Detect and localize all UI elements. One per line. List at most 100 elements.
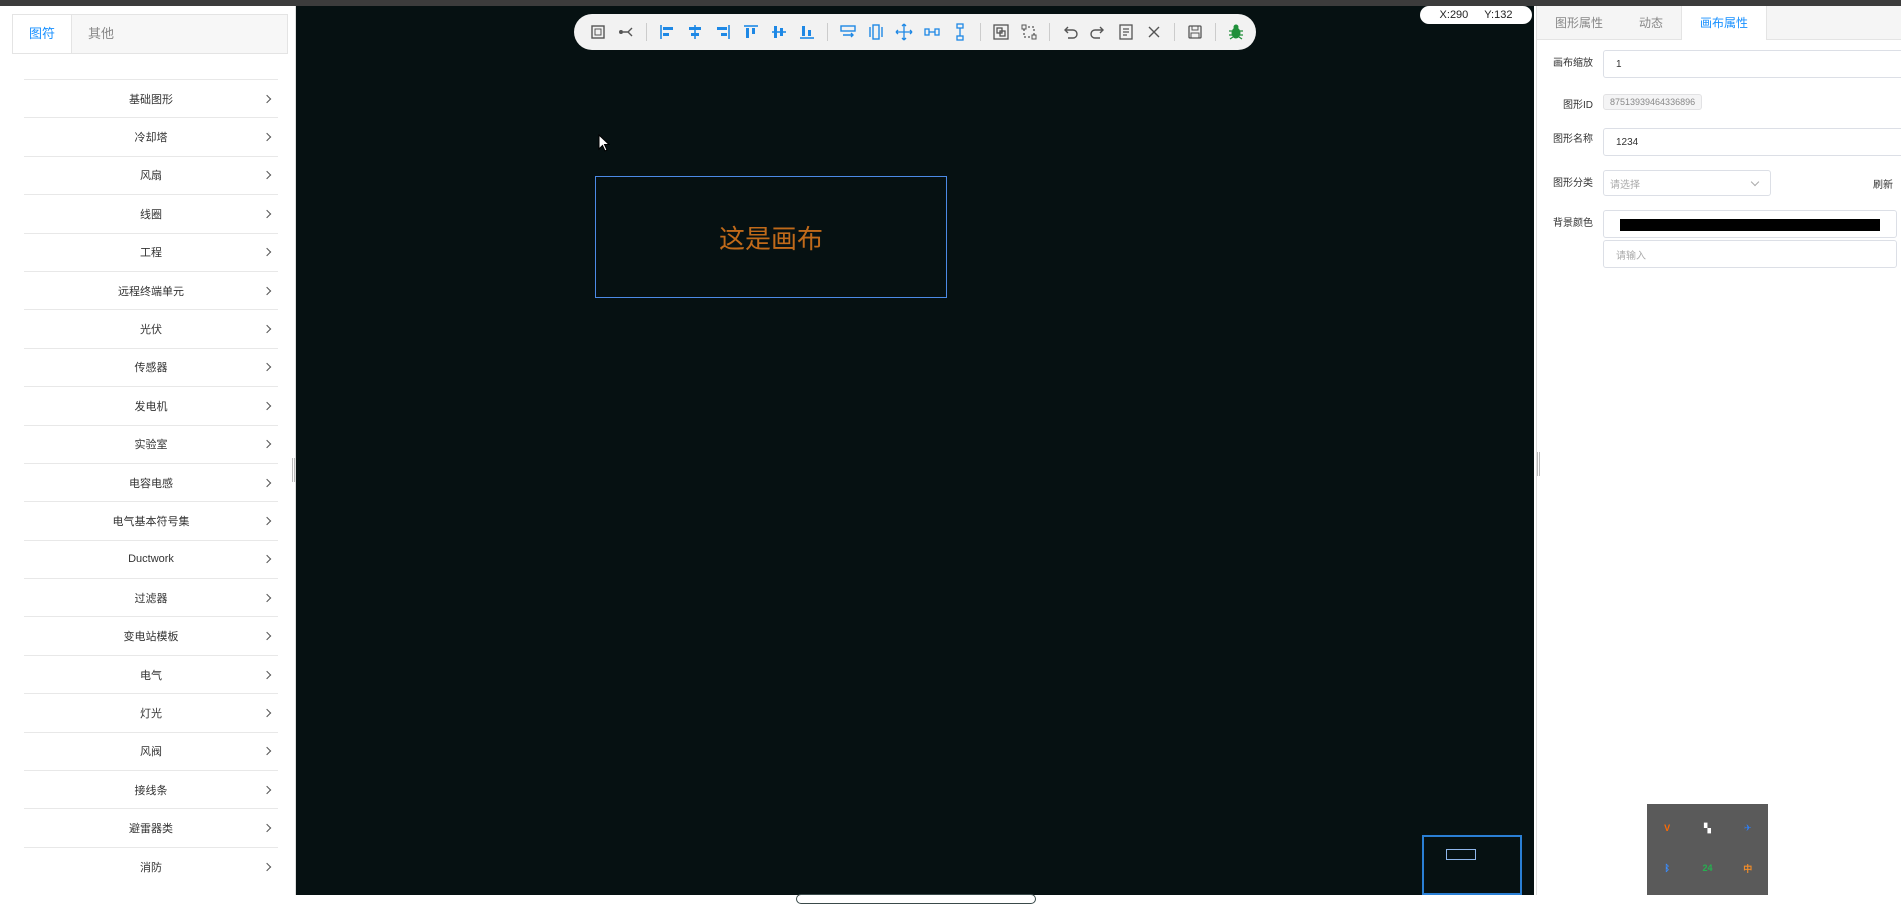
- cursor-coordinates: X:290 Y:132: [1420, 6, 1532, 24]
- shape-name-input[interactable]: 1234: [1603, 128, 1901, 156]
- category-item[interactable]: 电气: [24, 654, 278, 693]
- chevron-right-icon: [262, 631, 272, 641]
- category-item[interactable]: 冷却塔: [24, 117, 278, 155]
- chevron-right-icon: [262, 785, 272, 794]
- category-item[interactable]: 风阀: [24, 731, 278, 770]
- tab-symbols[interactable]: 图符: [13, 15, 73, 53]
- category-item[interactable]: 接线条: [24, 770, 278, 808]
- category-item[interactable]: 过滤器: [24, 578, 278, 616]
- align-right-icon[interactable]: [709, 18, 737, 46]
- delete-icon[interactable]: [1140, 18, 1168, 46]
- tab-canvas-properties[interactable]: 画布属性: [1681, 6, 1768, 40]
- canvas-scrollbar[interactable]: [796, 894, 1036, 904]
- minimap[interactable]: [1422, 835, 1522, 895]
- canvas-placeholder-box[interactable]: 这是画布: [595, 176, 947, 298]
- right-panel-resize-handle[interactable]: [1537, 452, 1540, 476]
- ime-zh-icon[interactable]: 中: [1728, 848, 1768, 888]
- group-icon[interactable]: [987, 18, 1015, 46]
- category-item[interactable]: 实验室: [24, 424, 278, 463]
- zoom-input[interactable]: 1: [1603, 50, 1901, 78]
- category-item[interactable]: Ductwork: [24, 539, 278, 578]
- chevron-right-icon: [262, 363, 272, 372]
- properties-panel: 图形属性 动态 画布属性 画布缩放 1 图形ID 875139394643368…: [1536, 6, 1901, 895]
- minimap-viewport[interactable]: [1446, 849, 1476, 860]
- category-label: 消防: [140, 861, 162, 874]
- calendar-24-icon[interactable]: 24: [1687, 848, 1727, 888]
- category-label: 冷却塔: [134, 132, 168, 145]
- category-item[interactable]: 电气基本符号集: [24, 501, 278, 539]
- category-label: 电气: [140, 669, 162, 682]
- category-label: 光伏: [140, 324, 162, 337]
- chevron-right-icon: [262, 670, 272, 679]
- shape-category-select[interactable]: 请选择: [1603, 170, 1771, 196]
- connect-icon[interactable]: [612, 18, 640, 46]
- align-left-icon[interactable]: [653, 18, 681, 46]
- shape-id-value: 875139394643368​96: [1603, 94, 1703, 110]
- feishu-icon[interactable]: ✈: [1728, 808, 1768, 848]
- app-v-icon[interactable]: V: [1647, 808, 1687, 848]
- background-color-input[interactable]: 请输入: [1603, 240, 1897, 268]
- fit-screen-icon[interactable]: [584, 18, 612, 46]
- category-item[interactable]: 远程终端单元: [24, 270, 278, 309]
- symbol-library-panel: 图符 其他 基础图形冷却塔风扇线圈工程 远程终端单元光伏传感器发电机 实验室 电容电感…: [0, 6, 296, 895]
- category-item[interactable]: 传感器: [24, 347, 278, 386]
- tab-shape-properties[interactable]: 图形属性: [1537, 6, 1621, 40]
- align-center-icon[interactable]: [681, 18, 709, 46]
- drawing-canvas[interactable]: 这是画布: [296, 6, 1534, 904]
- chevron-right-icon: [262, 94, 272, 103]
- left-tab-bar: 图符 其他: [12, 14, 288, 54]
- space-vertical-icon[interactable]: [946, 18, 974, 46]
- space-horizontal-icon[interactable]: [918, 18, 946, 46]
- move-icon[interactable]: [890, 18, 918, 46]
- category-label: 传感器: [134, 362, 168, 375]
- toolbar-separator: [1174, 23, 1175, 41]
- save-icon[interactable]: [1181, 18, 1209, 46]
- debug-icon[interactable]: [1222, 18, 1250, 46]
- mouse-cursor-icon: [598, 133, 611, 155]
- redo-icon[interactable]: [1084, 18, 1112, 46]
- chevron-right-icon: [262, 593, 272, 603]
- category-item[interactable]: 消防: [24, 846, 278, 885]
- calendar-24-icon-glyph: 24: [1702, 863, 1713, 873]
- chevron-right-icon: [262, 516, 272, 526]
- category-label: 变电站模板: [123, 631, 179, 644]
- category-item[interactable]: 风扇: [24, 155, 278, 194]
- category-label: 线圈: [140, 208, 162, 221]
- distribute-vertical-icon[interactable]: [862, 18, 890, 46]
- category-item[interactable]: 灯光: [24, 693, 278, 731]
- background-color-swatch[interactable]: [1620, 219, 1880, 231]
- category-item[interactable]: 发电机: [24, 386, 278, 424]
- undo-icon[interactable]: [1056, 18, 1084, 46]
- category-label: 避雷器类: [129, 823, 173, 836]
- toolbar-separator: [1049, 23, 1050, 41]
- align-top-icon[interactable]: [737, 18, 765, 46]
- bluetooth-icon[interactable]: ᛒ: [1647, 848, 1687, 888]
- distribute-horizontal-icon[interactable]: [834, 18, 862, 46]
- background-color-picker[interactable]: [1603, 210, 1897, 238]
- tab-dynamic[interactable]: 动态: [1621, 6, 1681, 40]
- chevron-right-icon: [262, 478, 272, 487]
- bluetooth-icon-glyph: ᛒ: [1664, 863, 1670, 873]
- category-item[interactable]: 电容电感: [24, 462, 278, 501]
- chevron-right-icon: [262, 555, 272, 564]
- category-label: 过滤器: [134, 592, 168, 605]
- refresh-button[interactable]: 刷新: [1873, 176, 1893, 191]
- category-label: 基础图形: [129, 93, 173, 106]
- align-bottom-icon[interactable]: [793, 18, 821, 46]
- align-middle-icon[interactable]: [765, 18, 793, 46]
- category-item[interactable]: 基础图形: [24, 79, 278, 117]
- properties-tab-bar: 图形属性 动态 画布属性: [1537, 6, 1901, 40]
- category-item[interactable]: 避雷器类: [24, 808, 278, 846]
- tab-other[interactable]: 其他: [72, 15, 130, 53]
- background-color-label: 背景颜色: [1553, 218, 1593, 229]
- ime-zh-icon-glyph: 中: [1743, 863, 1753, 874]
- category-item[interactable]: 工程: [24, 232, 278, 271]
- toolbar-separator: [646, 23, 647, 41]
- category-item[interactable]: 光伏: [24, 309, 278, 347]
- document-icon[interactable]: [1112, 18, 1140, 46]
- left-panel-resize-handle[interactable]: [292, 458, 295, 482]
- ungroup-icon[interactable]: [1015, 18, 1043, 46]
- category-item[interactable]: 线圈: [24, 194, 278, 232]
- category-item[interactable]: 变电站模板: [24, 616, 278, 654]
- bookmark-app-icon[interactable]: ▚: [1687, 808, 1727, 848]
